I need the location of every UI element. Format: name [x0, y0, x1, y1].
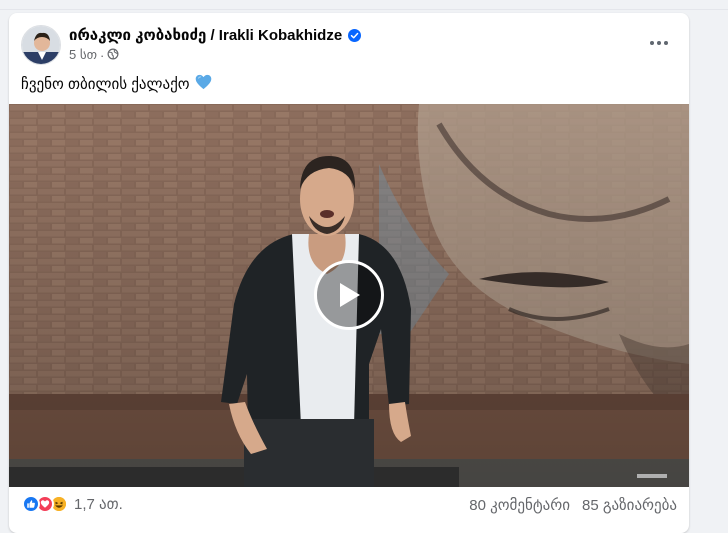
feed-top-divider	[0, 0, 728, 10]
author-avatar[interactable]	[21, 25, 61, 65]
verified-badge-icon	[348, 28, 362, 42]
post-footer: 1,7 ათ. 80 კომენტარი 85 გაზიარება	[9, 487, 689, 527]
author-name-text[interactable]: ირაკლი კობახიძე / Irakli Kobakhidze	[69, 26, 342, 44]
like-reaction-icon	[22, 495, 40, 513]
author-name[interactable]: ირაკლი კობახიძე / Irakli Kobakhidze	[69, 26, 362, 44]
more-dot	[657, 41, 661, 45]
comments-count-link[interactable]: 80 კომენტარი	[469, 496, 570, 514]
shares-count-link[interactable]: 85 გაზიარება	[582, 496, 677, 514]
meta-separator: ·	[100, 47, 105, 63]
reaction-count[interactable]: 1,7 ათ.	[74, 495, 123, 513]
engagement-stats: 80 კომენტარი 85 გაზიარება	[469, 496, 677, 514]
blue-heart-icon	[195, 74, 212, 94]
caption-text: ჩვენო თბილის ქალაქო	[21, 76, 190, 93]
post-caption: ჩვენო თბილის ქალაქო	[21, 74, 212, 94]
post-card: ირაკლი კობახიძე / Irakli Kobakhidze 5 სთ…	[9, 13, 689, 533]
reactions-summary[interactable]: 1,7 ათ.	[22, 495, 123, 513]
video-player[interactable]	[9, 104, 689, 487]
more-dot	[664, 41, 668, 45]
play-button[interactable]	[314, 260, 384, 330]
more-options-button[interactable]	[643, 31, 675, 55]
play-icon	[340, 283, 360, 307]
more-dot	[650, 41, 654, 45]
globe-icon	[107, 48, 119, 63]
post-meta: 5 სთ ·	[69, 47, 119, 63]
post-timestamp[interactable]: 5 სთ	[69, 47, 97, 63]
post-header: ირაკლი კობახიძე / Irakli Kobakhidze 5 სთ…	[9, 13, 689, 69]
